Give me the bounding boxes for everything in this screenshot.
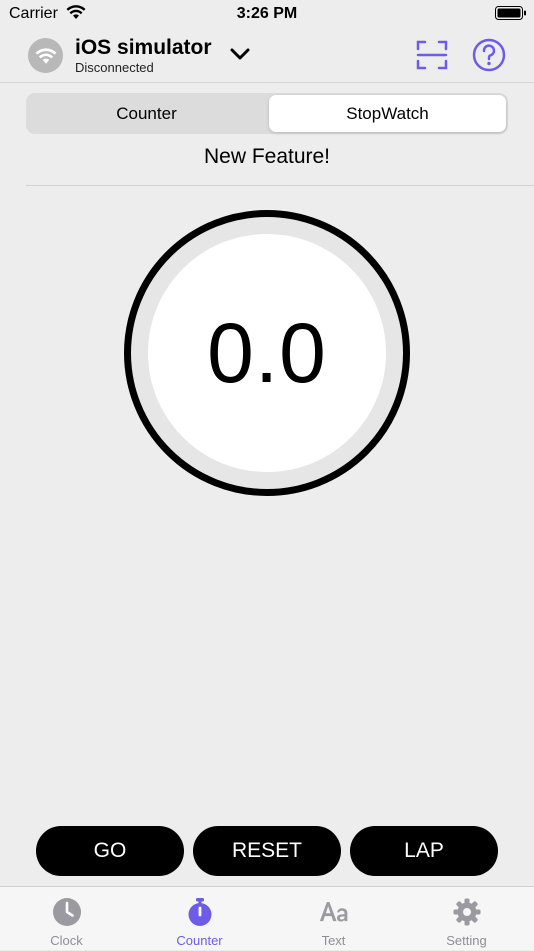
tab-clock-label: Clock	[50, 933, 83, 948]
segment-counter[interactable]: Counter	[28, 95, 265, 132]
reset-button[interactable]: RESET	[193, 826, 341, 876]
tab-counter-label: Counter	[176, 933, 223, 948]
status-bar: Carrier 3:26 PM	[0, 0, 534, 28]
clock-icon	[52, 898, 81, 926]
tab-bar: Clock Counter Text Setting	[0, 886, 534, 950]
chevron-down-icon[interactable]	[229, 46, 251, 62]
tab-setting-label: Setting	[446, 933, 487, 948]
battery-icon	[495, 6, 526, 20]
stopwatch-time: 0.0	[207, 305, 327, 400]
mode-segmented-control: Counter StopWatch	[26, 93, 508, 134]
stopwatch-dial: 0.0	[124, 210, 410, 496]
wifi-icon	[35, 47, 56, 64]
section-divider	[26, 185, 534, 186]
help-icon[interactable]	[472, 38, 506, 72]
go-button[interactable]: GO	[36, 826, 184, 876]
text-icon	[319, 902, 347, 922]
gear-icon	[453, 898, 480, 926]
tab-counter[interactable]: Counter	[133, 887, 266, 951]
scan-icon[interactable]	[416, 40, 448, 70]
device-name[interactable]: iOS simulator	[75, 36, 212, 60]
stopwatch-face: 0.0	[148, 234, 386, 472]
device-header: iOS simulator Disconnected	[0, 30, 534, 82]
connection-status-icon[interactable]	[28, 38, 63, 73]
stopwatch-icon	[188, 898, 211, 926]
tab-clock[interactable]: Clock	[0, 887, 133, 951]
new-feature-label: New Feature!	[203, 145, 331, 168]
status-time: 3:26 PM	[236, 5, 298, 22]
lap-button[interactable]: LAP	[350, 826, 498, 876]
segment-stopwatch[interactable]: StopWatch	[269, 95, 506, 132]
tab-text[interactable]: Text	[267, 887, 400, 951]
tab-text-label: Text	[321, 933, 346, 948]
header-divider	[0, 82, 534, 83]
tab-setting[interactable]: Setting	[400, 887, 533, 951]
connection-state: Disconnected	[75, 60, 154, 75]
